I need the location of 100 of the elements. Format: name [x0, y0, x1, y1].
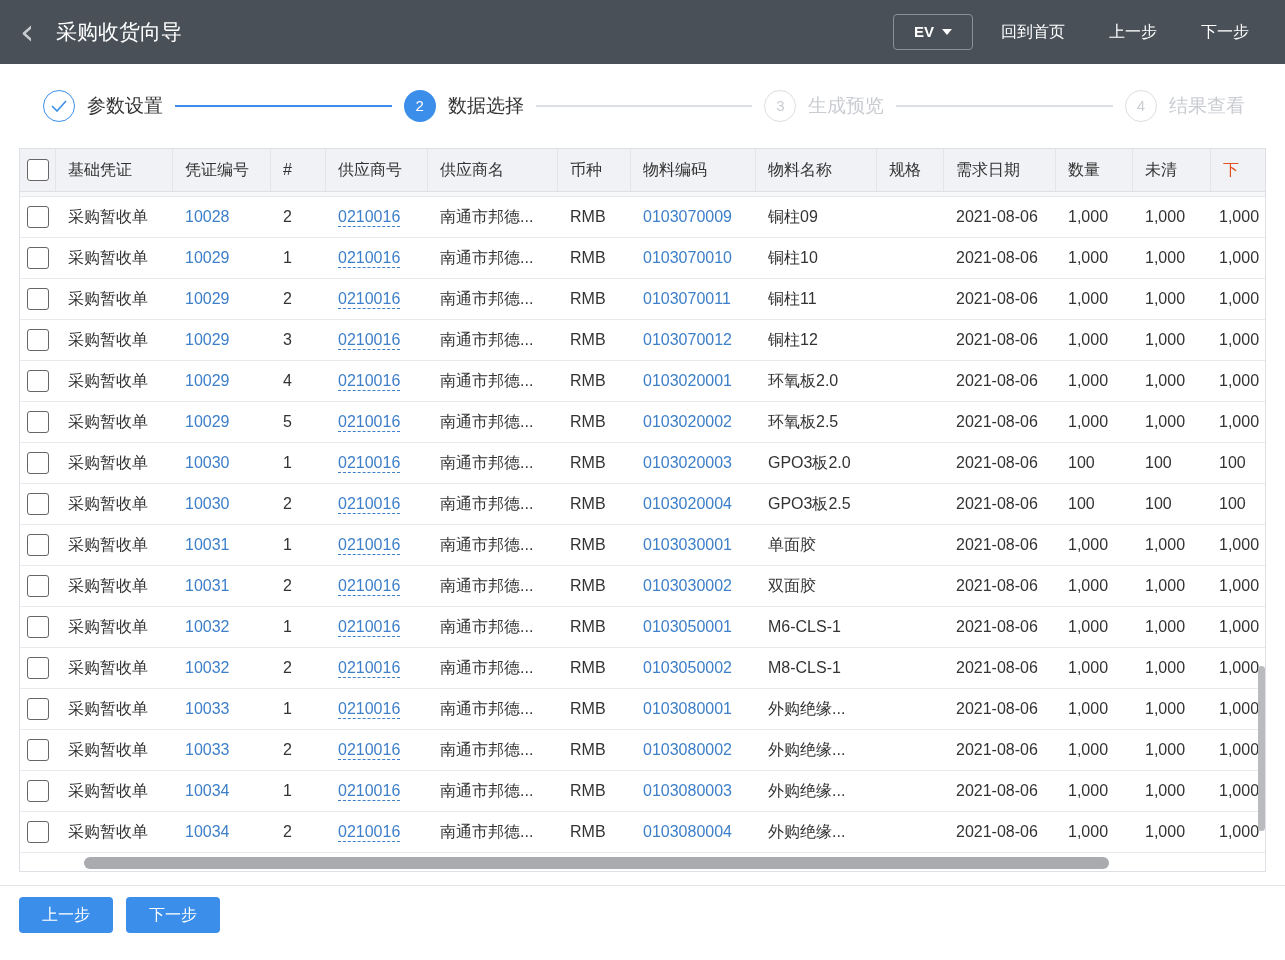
- header-link[interactable]: 上一步: [1109, 20, 1157, 44]
- link[interactable]: 0210016: [338, 658, 401, 678]
- checkbox[interactable]: [26, 159, 49, 181]
- link[interactable]: 0103070012: [643, 328, 732, 352]
- table-cell-text: RMB: [570, 289, 606, 309]
- link[interactable]: 10030: [185, 451, 230, 475]
- link[interactable]: 10032: [185, 656, 230, 680]
- checkbox[interactable]: [27, 370, 49, 392]
- link[interactable]: 0103070011: [643, 287, 731, 311]
- link[interactable]: 0103080004: [643, 820, 732, 844]
- link[interactable]: 10031: [185, 533, 230, 557]
- link[interactable]: 0210016: [338, 207, 401, 227]
- checkbox[interactable]: [27, 493, 49, 515]
- link[interactable]: 0103080002: [643, 738, 732, 762]
- link[interactable]: 0103030002: [643, 574, 732, 598]
- link[interactable]: 10032: [185, 615, 230, 639]
- link[interactable]: 0210016: [338, 494, 401, 514]
- link[interactable]: 0210016: [338, 781, 401, 801]
- checkbox[interactable]: [27, 780, 49, 802]
- link[interactable]: 0103080003: [643, 779, 732, 803]
- column-header[interactable]: #: [283, 158, 292, 182]
- link[interactable]: 0210016: [338, 535, 401, 555]
- link[interactable]: 0210016: [338, 740, 401, 760]
- link[interactable]: 0210016: [338, 699, 401, 719]
- link[interactable]: 0103020003: [643, 451, 732, 475]
- column-header[interactable]: 规格: [889, 158, 921, 182]
- horizontal-scrollbar[interactable]: [84, 857, 1109, 869]
- table-cell-text: 1,000: [1145, 576, 1186, 596]
- link[interactable]: 0210016: [338, 289, 401, 309]
- table-cell-text: 南通市邦德...: [440, 822, 534, 842]
- column-header[interactable]: 供应商名: [440, 158, 504, 182]
- table-cell-text: 铜柱11: [768, 289, 817, 309]
- column-header[interactable]: 物料编码: [643, 158, 707, 182]
- link[interactable]: 0103050002: [643, 656, 732, 680]
- table-cell-text: 2021-08-06: [956, 535, 1038, 555]
- table-cell-text: 南通市邦德...: [440, 535, 534, 555]
- column-header[interactable]: 下: [1223, 158, 1239, 182]
- back-icon[interactable]: ‹: [20, 14, 44, 50]
- checkbox[interactable]: [27, 411, 49, 433]
- link[interactable]: 0210016: [338, 822, 401, 842]
- link[interactable]: 0210016: [338, 576, 401, 596]
- link[interactable]: 0103070009: [643, 205, 732, 229]
- column-header[interactable]: 物料名称: [768, 158, 832, 182]
- footer-button[interactable]: 下一步: [126, 897, 220, 933]
- link[interactable]: 0103080001: [643, 697, 732, 721]
- link[interactable]: 10029: [185, 246, 230, 270]
- table-cell-text: 南通市邦德...: [440, 494, 534, 514]
- checkbox[interactable]: [27, 452, 49, 474]
- header-link[interactable]: 回到首页: [1001, 20, 1065, 44]
- link[interactable]: 10033: [185, 738, 230, 762]
- link[interactable]: 0103020004: [643, 492, 732, 516]
- checkbox[interactable]: [27, 616, 49, 638]
- link[interactable]: 0210016: [338, 453, 401, 473]
- checkbox[interactable]: [27, 575, 49, 597]
- link[interactable]: 10029: [185, 369, 230, 393]
- link[interactable]: 0210016: [338, 412, 401, 432]
- column-header[interactable]: 数量: [1068, 158, 1100, 182]
- org-select[interactable]: EV: [893, 14, 973, 50]
- checkbox[interactable]: [27, 247, 49, 269]
- column-header[interactable]: 凭证编号: [185, 158, 249, 182]
- link[interactable]: 0210016: [338, 617, 401, 637]
- table-cell-text: 1,000: [1068, 330, 1109, 350]
- link[interactable]: 10029: [185, 410, 230, 434]
- table-cell-text: 采购暂收单: [68, 535, 148, 555]
- column-header[interactable]: 需求日期: [956, 158, 1020, 182]
- checkbox[interactable]: [27, 821, 49, 843]
- link[interactable]: 10028: [185, 205, 230, 229]
- link[interactable]: 10029: [185, 328, 230, 352]
- table-cell-text: 2021-08-06: [956, 289, 1038, 309]
- checkbox[interactable]: [27, 288, 49, 310]
- checkbox[interactable]: [27, 206, 49, 228]
- link[interactable]: 10031: [185, 574, 230, 598]
- footer-button[interactable]: 上一步: [19, 897, 113, 933]
- link[interactable]: 0103070010: [643, 246, 732, 270]
- checkbox[interactable]: [27, 739, 49, 761]
- link[interactable]: 0103020002: [643, 410, 732, 434]
- link[interactable]: 0103020001: [643, 369, 732, 393]
- table-cell-text: 1,000: [1068, 371, 1109, 391]
- link[interactable]: 0103050001: [643, 615, 732, 639]
- link[interactable]: 0103030001: [643, 533, 732, 557]
- link[interactable]: 10034: [185, 779, 230, 803]
- checkbox[interactable]: [27, 534, 49, 556]
- table-cell-text: 1,000: [1145, 289, 1186, 309]
- link[interactable]: 0210016: [338, 248, 401, 268]
- link[interactable]: 10030: [185, 492, 230, 516]
- checkbox[interactable]: [27, 657, 49, 679]
- link[interactable]: 0210016: [338, 330, 401, 350]
- column-header[interactable]: 未清: [1145, 158, 1177, 182]
- link[interactable]: 10033: [185, 697, 230, 721]
- column-header[interactable]: 币种: [570, 158, 602, 182]
- link[interactable]: 10029: [185, 287, 230, 311]
- link[interactable]: 0210016: [338, 371, 401, 391]
- column-header[interactable]: 基础凭证: [68, 158, 132, 182]
- header-link[interactable]: 下一步: [1201, 20, 1249, 44]
- vertical-scrollbar[interactable]: [1258, 666, 1265, 831]
- checkbox[interactable]: [27, 698, 49, 720]
- column-header[interactable]: 供应商号: [338, 158, 402, 182]
- table-cell-text: 采购暂收单: [68, 207, 148, 227]
- link[interactable]: 10034: [185, 820, 230, 844]
- checkbox[interactable]: [27, 329, 49, 351]
